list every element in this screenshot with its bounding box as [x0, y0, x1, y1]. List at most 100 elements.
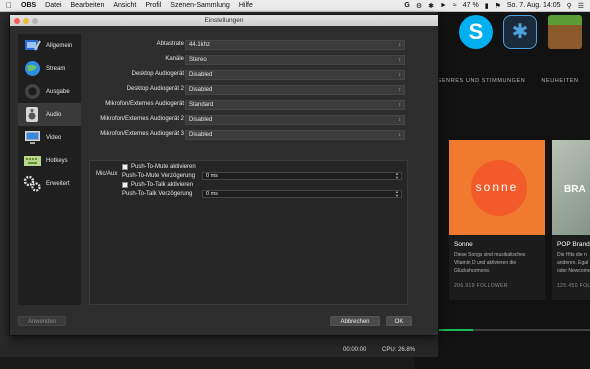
kanaele-select[interactable]: Stereo ↕ [185, 55, 405, 65]
playlist-name: Sonne [454, 241, 473, 248]
row-mic-audio-3: Mikrofon/Externes Audiogerät 3 Disabled ↕ [89, 130, 409, 140]
desktop-audio-2-select[interactable]: Disabled ↕ [185, 85, 405, 95]
menu-profil[interactable]: Profil [145, 2, 161, 9]
checkbox-box[interactable] [122, 164, 128, 170]
playlist-tile-sonne[interactable]: sonne Sonne Diese Songs sind musikalisch… [449, 140, 545, 300]
mic-audio-2-select[interactable]: Disabled ↕ [185, 115, 405, 125]
push-to-mute-delay-input[interactable]: 0 ms ▲ ▼ [202, 172, 402, 180]
playlist-desc-2: anderen. Egal [557, 260, 589, 266]
status-bar: 00:00:00 CPU: 26.8% [0, 343, 438, 357]
skype-icon[interactable]: S [459, 15, 493, 49]
cover-title: BRA [564, 184, 586, 195]
row-label: Mikrofon/Externes Audiogerät 3 [100, 131, 184, 137]
desktop-audio-select[interactable]: Disabled ↕ [185, 70, 405, 80]
chevron-updown-icon: ↕ [398, 117, 402, 123]
gears-icon [23, 175, 42, 192]
minimize-window-button[interactable] [23, 17, 29, 24]
apply-button[interactable]: Anwenden [18, 316, 66, 326]
row-desktop-audio: Desktop Audiogerät Disabled ↕ [89, 70, 409, 80]
menu-app-name[interactable]: OBS [21, 2, 36, 9]
apple-icon[interactable]:  [6, 1, 12, 10]
chevron-updown-icon: ↕ [398, 57, 402, 63]
playlist-followers: 125.450 FOLLO [557, 283, 590, 289]
push-to-talk-delay-label: Push-To-Talk Verzögerung [122, 191, 193, 197]
spotlight-icon[interactable]: ⚲ [567, 2, 572, 10]
spotify-nav: GENRES UND STIMMUNGEN NEUHEITEN [437, 78, 579, 84]
zoom-window-button[interactable] [32, 17, 38, 24]
menu-datei[interactable]: Datei [45, 2, 61, 9]
notification-center-icon[interactable]: ☰ [578, 2, 584, 10]
sidebar-item-ausgabe[interactable]: Ausgabe [18, 80, 81, 103]
speaker-icon [23, 106, 42, 123]
push-to-mute-checkbox[interactable]: Push-To-Mute aktivieren [122, 164, 196, 170]
chevron-updown-icon: ↕ [398, 72, 402, 78]
sidebar-item-label: Allgemein [46, 42, 73, 49]
gear-icon[interactable]: ⚙ [416, 2, 422, 10]
battery-icon[interactable]: ▮ [485, 2, 489, 10]
menu-bar:  OBS Datei Bearbeiten Ansicht Profil Sz… [0, 0, 590, 12]
settings-sidebar: Allgemein Stream Ausgabe Audio Video Hot… [18, 34, 81, 305]
wifi-icon[interactable]: ≈ [453, 2, 457, 9]
playlist-desc-2: Vitamin D und aktivieren die [454, 260, 517, 266]
bluetooth-icon[interactable]: ✱ [428, 2, 434, 10]
sidebar-item-stream[interactable]: Stream [18, 57, 81, 80]
menu-hilfe[interactable]: Hilfe [239, 2, 253, 9]
dialog-titlebar: Einstellungen [10, 15, 438, 26]
chevron-updown-icon: ↕ [398, 102, 402, 108]
nav-neuheiten[interactable]: NEUHEITEN [541, 78, 578, 84]
row-label: Desktop Audiogerät [131, 71, 184, 77]
sidebar-item-allgemein[interactable]: Allgemein [18, 34, 81, 57]
playlist-desc-1: Diese Songs sind musikalisches [454, 252, 526, 258]
cancel-button[interactable]: Abbrechen [330, 316, 380, 326]
battery-percent: 47 % [462, 2, 479, 9]
google-drive-icon[interactable]: G [404, 2, 409, 9]
checkbox-label: Push-To-Talk aktivieren [131, 182, 194, 188]
checkbox-box[interactable] [122, 182, 128, 188]
sidebar-item-hotkeys[interactable]: Hotkeys [18, 149, 81, 172]
row-label: Abtastrate [156, 41, 184, 47]
sidebar-item-label: Ausgabe [46, 88, 70, 95]
push-to-talk-delay-input[interactable]: 0 ms ▲ ▼ [202, 190, 402, 198]
ok-button[interactable]: OK [386, 316, 412, 326]
playlist-followers: 206.919 FOLLOWER [454, 283, 508, 289]
minecraft-icon[interactable] [548, 15, 582, 49]
playlist-tile-pop[interactable]: BRA POP Brandr Die Hits die n anderen. E… [552, 140, 590, 300]
clock[interactable]: So. 7. Aug. 14:05 [507, 2, 561, 9]
chevron-updown-icon: ↕ [398, 42, 402, 48]
app-store-icon[interactable]: ✱ [503, 15, 537, 49]
sidebar-item-label: Video [46, 134, 62, 141]
chevron-updown-icon: ↕ [398, 87, 402, 93]
audio-settings-panel: Abtastrate 44.1khz ↕ Kanäle Stereo ↕ Deskt… [89, 34, 409, 305]
volume-icon[interactable]: ► [440, 2, 447, 9]
spotify-progress-bar[interactable] [438, 329, 590, 331]
stepper-icon[interactable]: ▲ ▼ [395, 190, 399, 198]
sidebar-item-video[interactable]: Video [18, 126, 81, 149]
sidebar-item-erweitert[interactable]: Erweitert [18, 172, 81, 195]
menu-bearbeiten[interactable]: Bearbeiten [71, 2, 105, 9]
cover-title: sonne [475, 180, 519, 194]
menu-ansicht[interactable]: Ansicht [113, 2, 136, 9]
stepper-icon[interactable]: ▲ ▼ [395, 172, 399, 180]
nav-genres[interactable]: GENRES UND STIMMUNGEN [437, 78, 525, 84]
row-label: Kanäle [165, 56, 184, 62]
monitor-icon [23, 129, 42, 146]
flag-icon[interactable]: ⚑ [495, 2, 501, 10]
row-desktop-audio-2: Desktop Audiogerät 2 Disabled ↕ [89, 85, 409, 95]
mic-audio-select[interactable]: Standard ↕ [185, 100, 405, 110]
output-icon [23, 83, 42, 100]
sidebar-item-audio[interactable]: Audio [18, 103, 81, 126]
abtastrate-select[interactable]: 44.1khz ↕ [185, 40, 405, 50]
close-window-button[interactable] [14, 17, 20, 24]
mic-audio-3-select[interactable]: Disabled ↕ [185, 130, 405, 140]
row-mic-audio: Mikrofon/Externes Audiogerät Standard ↕ [89, 100, 409, 110]
settings-dialog: Einstellungen Allgemein Stream Ausgabe A… [9, 14, 439, 336]
sidebar-item-label: Audio [46, 111, 62, 118]
push-to-mute-delay-label: Push-To-Mute Verzögerung [122, 173, 196, 179]
push-to-talk-checkbox[interactable]: Push-To-Talk aktivieren [122, 182, 193, 188]
sidebar-item-label: Hotkeys [46, 157, 68, 164]
dialog-title: Einstellungen [204, 17, 244, 24]
row-label: Mikrofon/Externes Audiogerät 2 [100, 116, 184, 122]
menu-szenen-sammlung[interactable]: Szenen-Sammlung [170, 2, 230, 9]
keyboard-icon [23, 152, 42, 169]
row-label: Mikrofon/Externes Audiogerät [105, 101, 184, 107]
